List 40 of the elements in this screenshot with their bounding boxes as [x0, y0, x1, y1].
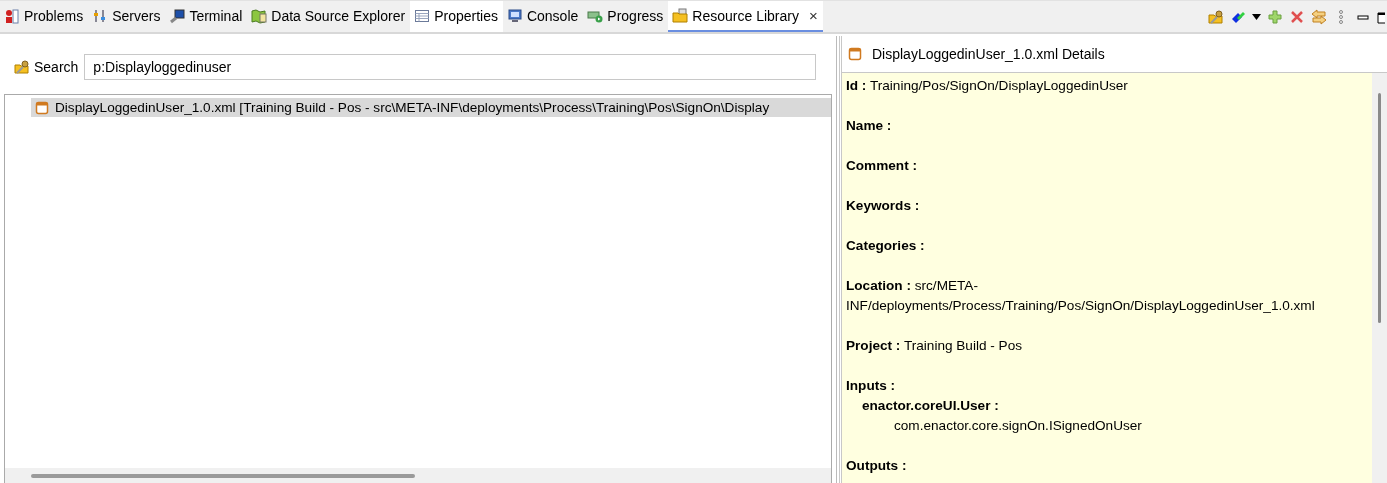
tab[interactable]: Problems [0, 1, 89, 32]
detail-text: Inputs : [846, 377, 897, 395]
tab[interactable]: Resource Library × [668, 1, 823, 32]
problems-icon [4, 7, 20, 24]
detail-text: Name : [846, 117, 893, 135]
file-icon [848, 47, 862, 61]
swap-arrows-icon[interactable] [1311, 8, 1327, 25]
detail-text: Project : Training Build - Pos [846, 337, 1024, 355]
map-icon [251, 7, 268, 24]
tab[interactable]: Terminal [165, 1, 248, 32]
key-folder-icon [14, 59, 30, 75]
dropdown-icon[interactable] [1252, 13, 1261, 20]
detail-text: Categories : [846, 237, 926, 255]
tab[interactable]: Servers [88, 1, 166, 32]
add-icon[interactable] [1267, 8, 1283, 25]
delete-icon[interactable] [1289, 8, 1305, 25]
folder-icon [672, 7, 689, 24]
tab[interactable]: Progress [583, 1, 669, 32]
tab[interactable]: Data Source Explorer [247, 1, 411, 32]
input-type: com.enactor.core.signOn.ISignedOnUser [894, 418, 1142, 433]
tab[interactable]: Console [502, 1, 584, 32]
key-folder-icon[interactable] [1208, 8, 1224, 25]
file-icon [35, 100, 49, 115]
scrollbar-thumb[interactable] [31, 474, 415, 478]
monitor-icon [506, 7, 523, 24]
search-field[interactable]: p:Displayloggedinuser [84, 54, 816, 80]
table-icon [414, 7, 431, 24]
result-item[interactable]: DisplayLoggedinUser_1.0.xml [Training Build - Pos - src\META-INF\deployments\Process\Training\Pos\SignOn\Display [31, 98, 831, 117]
search-label: Search [34, 59, 79, 75]
details-title: DisplayLoggedinUser_1.0.xml Details [872, 46, 1105, 62]
detail-text: Id : Training/Pos/SignOn/DisplayLoggedinUser [846, 77, 1129, 95]
detail-text: Comment : [846, 157, 918, 175]
input-name: enactor.coreUI.User : [862, 398, 999, 413]
detail-text: Keywords : [846, 197, 921, 215]
scrollbar-thumb[interactable] [1378, 93, 1381, 323]
tab[interactable]: Properties [410, 1, 503, 32]
terminal-icon [169, 7, 186, 24]
close-icon[interactable]: × [808, 7, 818, 24]
detail-text: Outputs : [846, 457, 908, 475]
detail-text: Location : src/META-INF/deployments/Process/Training/Pos/SignOn/DisplayLoggedinUser_1.0.xml [846, 277, 1316, 315]
